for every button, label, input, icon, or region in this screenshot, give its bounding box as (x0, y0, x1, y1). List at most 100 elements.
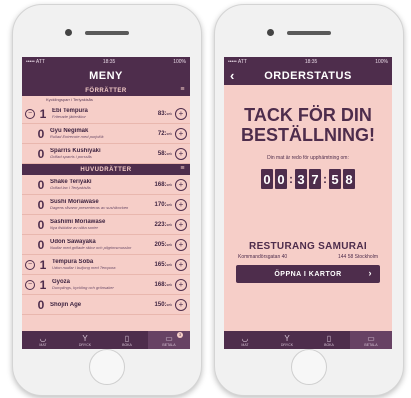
menu-item[interactable]: −1 Tempura Soba Udon nudlar i buljong med … (22, 255, 190, 275)
minus-icon[interactable]: − (25, 279, 35, 290)
item-info: Tempura Soba Udon nudlar i buljong med Te… (49, 259, 155, 270)
menu-item[interactable]: 0 Sparris Kushiyaki Grillad sparris i pors… (22, 144, 190, 164)
back-arrow-icon[interactable]: ‹ (230, 68, 235, 83)
timer-digit: 3 (295, 169, 307, 189)
timer-digit: 5 (329, 169, 341, 189)
item-info: Udon Sawayaka Nudlar med grillade räkor o… (47, 239, 155, 250)
plus-icon[interactable]: + (175, 278, 187, 291)
item-info: Sashimi Moriawase Nya fiskbitar av olika … (47, 219, 155, 230)
menu-item[interactable]: −1 Gyoza Dumplings, kyckling och grönsaker… (22, 275, 190, 295)
timer-digit: 8 (343, 169, 355, 189)
menu-item[interactable]: 0 Shake Teriyaki Grillad lax i Teriyakisås… (22, 175, 190, 195)
bowl-icon: ◡ (241, 333, 249, 343)
home-button[interactable] (291, 349, 327, 385)
item-price: 205:sek (155, 242, 172, 248)
item-quantity: 0 (37, 237, 45, 252)
plus-icon[interactable]: + (175, 178, 187, 191)
section-header-huvudratter[interactable]: HUVUDRÄTTER ≡ (22, 164, 190, 175)
menu-item[interactable]: 0 Gyu Negimak Rullad Entrecote med purjolö… (22, 124, 190, 144)
price-value: 223: (154, 221, 167, 228)
menu-item[interactable]: 0 Sushi Moriawase Dagens råvaror presenter… (22, 195, 190, 215)
book-icon: ▯ (326, 333, 332, 343)
camera (267, 29, 274, 36)
tab-mat[interactable]: ◡ MAT (22, 331, 64, 349)
plus-icon[interactable]: + (175, 107, 187, 120)
timer-digit: 7 (309, 169, 321, 189)
price-value: 150: (154, 301, 167, 308)
price-value: 168: (154, 281, 167, 288)
open-in-maps-button[interactable]: ÖPPNA I KARTOR › (236, 265, 380, 283)
timer-colon: : (323, 172, 327, 186)
hamburger-icon[interactable]: ≡ (180, 86, 185, 93)
open-in-maps-label: ÖPPNA I KARTOR (274, 270, 342, 278)
plus-icon[interactable]: + (175, 127, 187, 140)
camera (65, 29, 72, 36)
item-info: Sushi Moriawase Dagens råvaror presentera… (47, 199, 155, 210)
tab-label: MAT (39, 342, 47, 347)
price-value: 72: (157, 130, 167, 137)
item-quantity: 0 (37, 126, 45, 141)
currency-label: sek (166, 151, 172, 156)
item-description: Dumplings, kyckling och grönsaker (52, 285, 114, 290)
tab-boka[interactable]: ▯ BOKA (308, 331, 350, 349)
item-info: Gyu Negimak Rullad Entrecote med purjolök (47, 128, 158, 139)
item-desc-partial: Kycklingsparr i Teriyakisås (46, 97, 93, 102)
thank-you-line-2: BESTÄLLNING! (241, 125, 375, 145)
home-button[interactable] (89, 349, 125, 385)
currency-label: sek (166, 222, 172, 227)
section-header-forratter[interactable]: FÖRRÄTTER ≡ (22, 85, 190, 96)
tab-betala[interactable]: ▭ BETALA 3 (148, 331, 190, 349)
cart-count-badge: 3 (177, 332, 183, 338)
item-description: Udon nudlar i buljong med Tempura (52, 265, 116, 270)
page-title-text: ORDERSTATUS (264, 70, 352, 82)
menu-item[interactable]: 0 Udon Sawayaka Nudlar med grillade räkor … (22, 235, 190, 255)
restaurant-name: RESTURANG SAMURAI (249, 241, 367, 252)
item-quantity: 0 (37, 177, 45, 192)
carrier-text: ••••• ATT (26, 59, 45, 65)
tab-label: DRYCK (78, 342, 92, 347)
menu-item[interactable]: 0 Shojin Age 150:sek + (22, 295, 190, 315)
item-price: 223:sek (155, 222, 172, 228)
tab-bar: ◡ MAT Y DRYCK ▯ BOKA ▭ BETALA (224, 331, 392, 349)
plus-icon[interactable]: + (175, 258, 187, 271)
plus-icon[interactable]: + (175, 238, 187, 251)
cocktail-icon: Y (284, 333, 290, 343)
tab-boka[interactable]: ▯ BOKA (106, 331, 148, 349)
minus-icon[interactable]: − (25, 108, 35, 119)
tab-label: DRYCK (280, 342, 294, 347)
tab-dryck[interactable]: Y DRYCK (64, 331, 106, 349)
item-quantity: 0 (37, 297, 45, 312)
clock-text: 18:35 (304, 59, 318, 65)
menu-item[interactable]: −1 Ebi Tempura Friterade jätteräkor 83:sek + (22, 104, 190, 124)
starter-list: −1 Ebi Tempura Friterade jätteräkor 83:sek +… (22, 104, 190, 164)
plus-icon[interactable]: + (175, 218, 187, 231)
price-value: 58: (157, 150, 167, 157)
order-screen: ••••• ATT 18:35 100% ‹ ORDERSTATUS TACK … (224, 57, 392, 349)
tab-betala[interactable]: ▭ BETALA (350, 331, 392, 349)
countdown-timer: 0 0 : 3 7 : 5 8 (224, 169, 392, 189)
plus-icon[interactable]: + (175, 198, 187, 211)
phone-menu: ••••• ATT 18:35 100% MENY FÖRRÄTTER ≡ Ky… (12, 4, 202, 396)
tab-bar: ◡ MAT Y DRYCK ▯ BOKA ▭ BETALA 3 (22, 331, 190, 349)
item-price: 58:sek (158, 151, 172, 157)
plus-icon[interactable]: + (175, 298, 187, 311)
hamburger-icon[interactable]: ≡ (180, 165, 185, 172)
item-quantity: 1 (39, 257, 47, 272)
plus-icon[interactable]: + (175, 147, 187, 160)
tab-label: BETALA (162, 342, 176, 347)
price-value: 205: (154, 241, 167, 248)
item-price: 170:sek (155, 202, 172, 208)
tab-mat[interactable]: ◡ MAT (224, 331, 266, 349)
address-street: Kommandörsgatan 40 (238, 254, 288, 260)
menu-item[interactable]: 0 Sashimi Moriawase Nya fiskbitar av olika… (22, 215, 190, 235)
currency-label: sek (166, 111, 172, 116)
section-title: HUVUDRÄTTER (80, 166, 132, 173)
item-quantity: 1 (39, 277, 47, 292)
item-quantity: 0 (37, 217, 45, 232)
minus-icon[interactable]: − (25, 259, 35, 270)
item-price: 72:sek (158, 131, 172, 137)
cocktail-icon: Y (82, 333, 88, 343)
item-description: Nudlar med grillade räkor och pilgrimsmu… (50, 245, 132, 250)
tab-dryck[interactable]: Y DRYCK (266, 331, 308, 349)
currency-label: sek (166, 242, 172, 247)
